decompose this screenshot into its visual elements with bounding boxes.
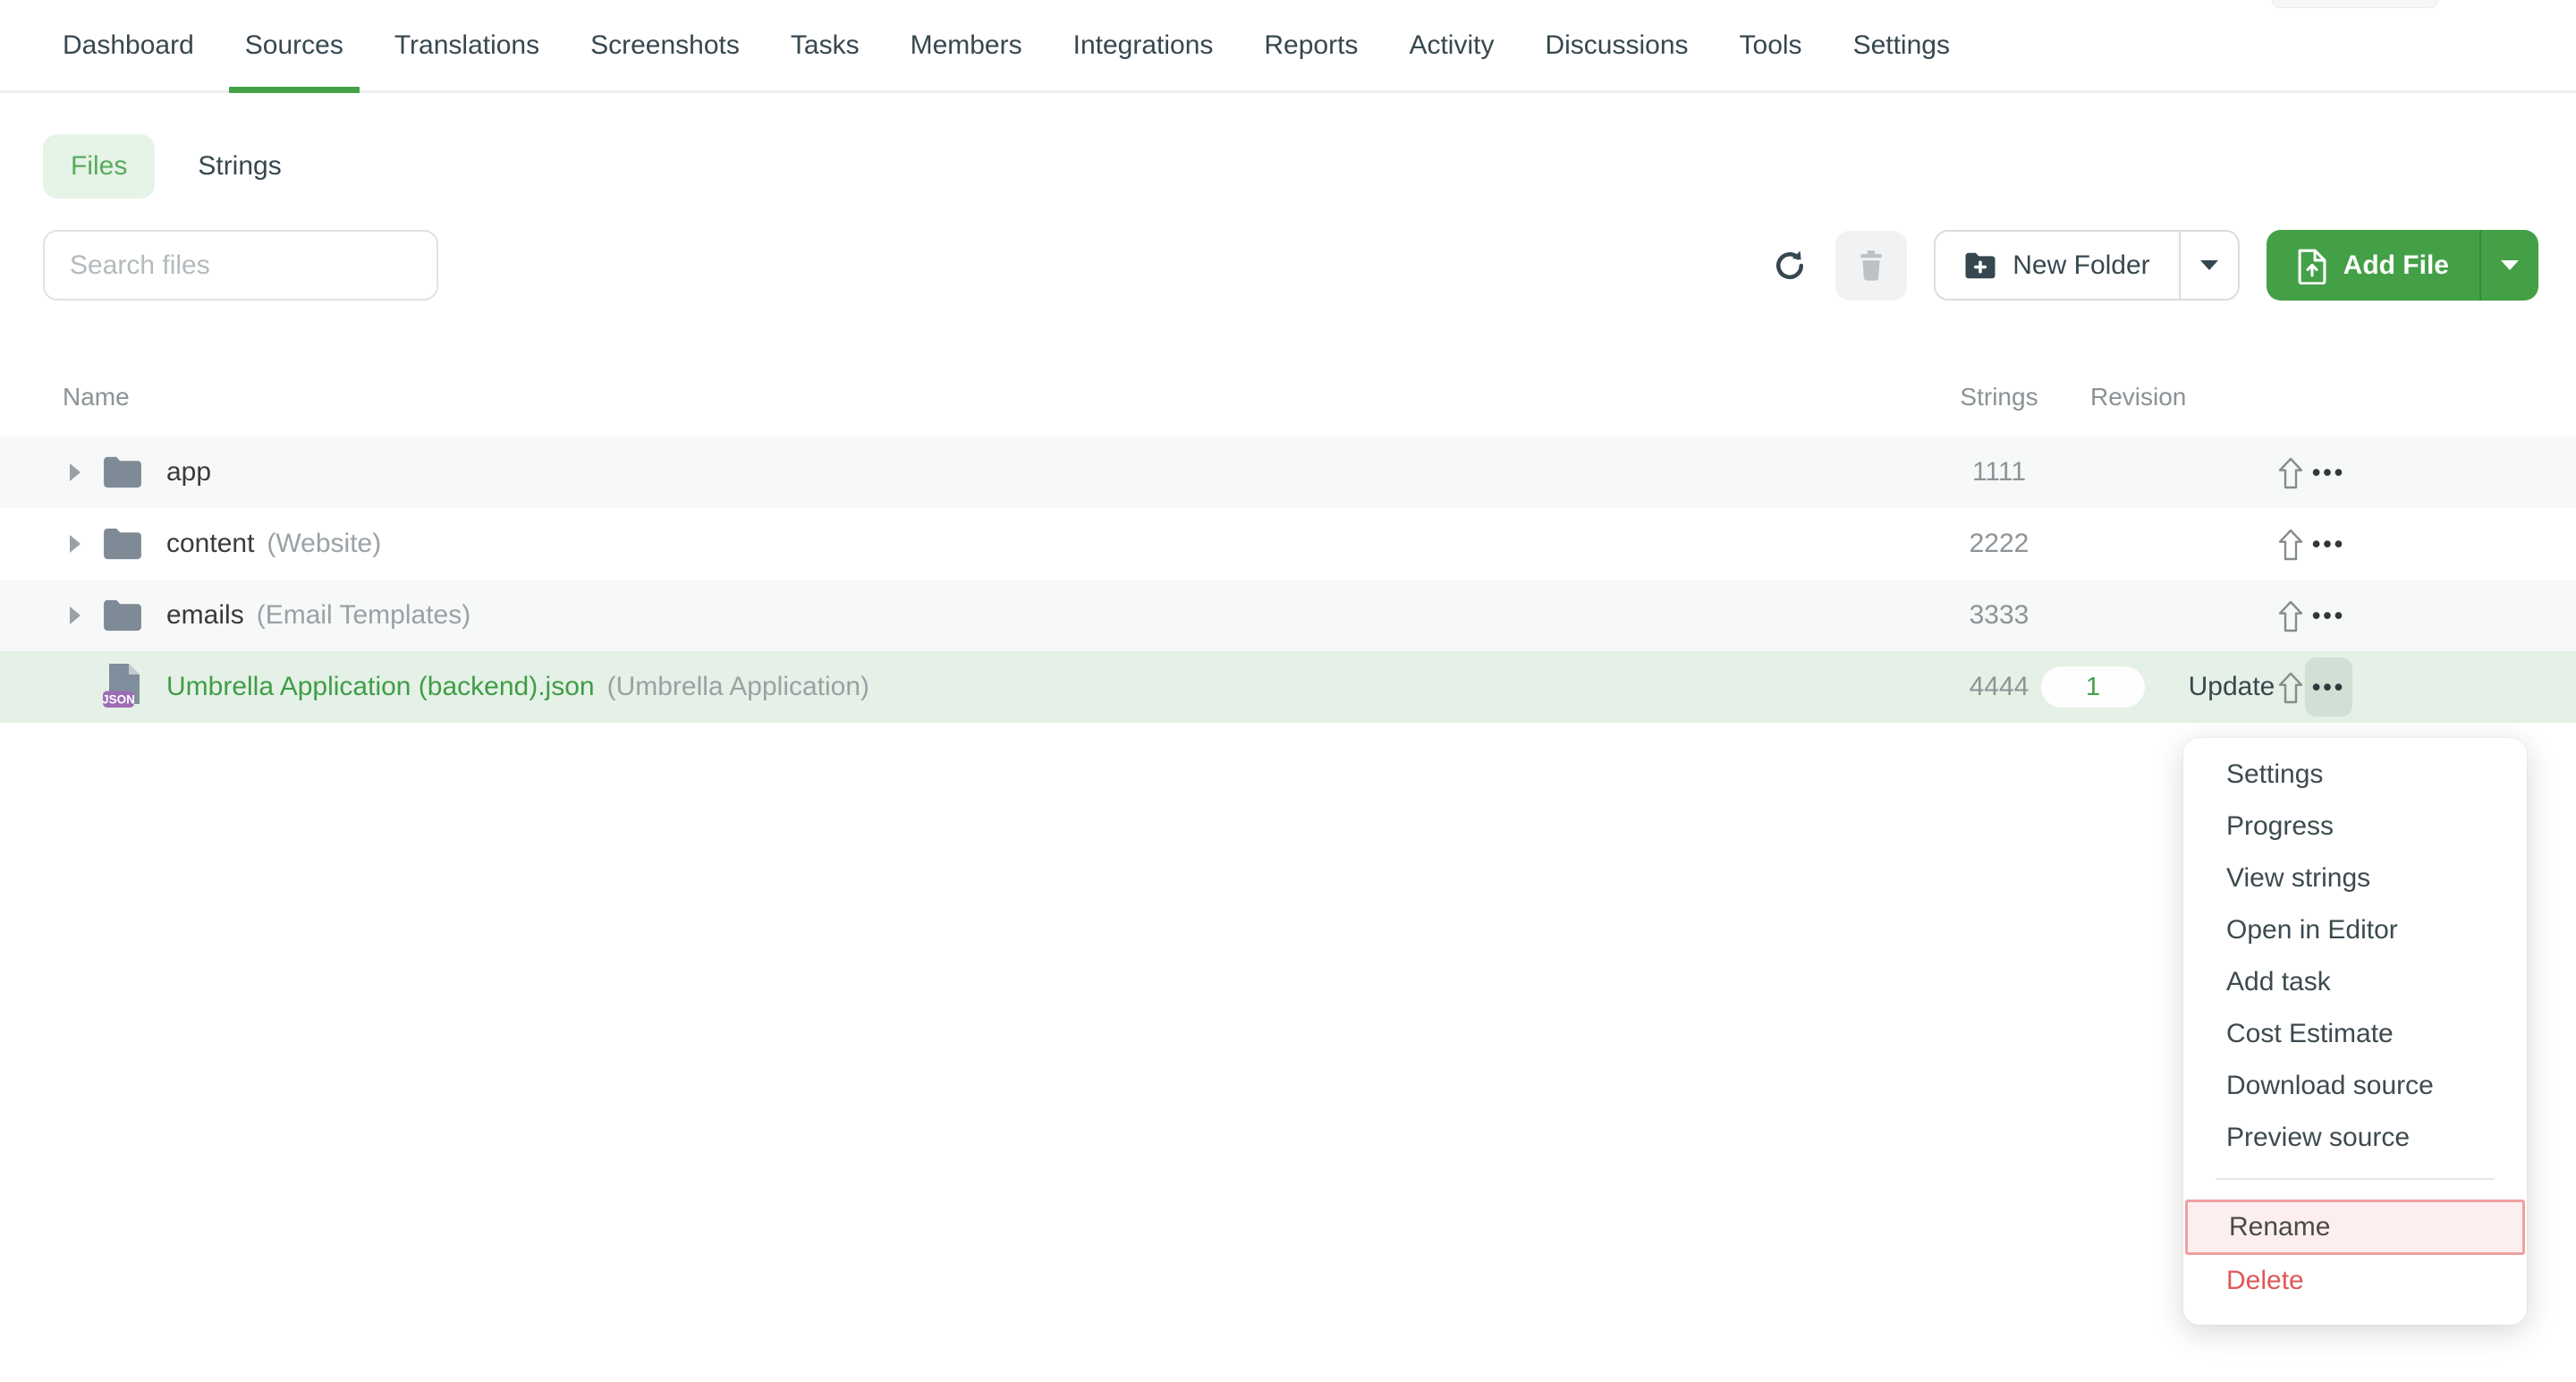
upload-translations-button[interactable] bbox=[2273, 526, 2309, 564]
menu-item-open-in-editor[interactable]: Open in Editor bbox=[2183, 904, 2527, 956]
refresh-icon bbox=[1771, 247, 1809, 284]
more-actions-button[interactable] bbox=[2305, 586, 2352, 645]
chevron-down-icon bbox=[2200, 260, 2218, 270]
menu-item-cost-estimate[interactable]: Cost Estimate bbox=[2183, 1008, 2527, 1060]
delete-selected-button[interactable] bbox=[1835, 231, 1907, 301]
column-header-strings: Strings bbox=[1950, 383, 2048, 411]
trash-icon bbox=[1855, 249, 1887, 283]
nav-item-members[interactable]: Members bbox=[911, 0, 1022, 90]
add-file-button-group: Add File bbox=[2267, 230, 2538, 301]
expand-caret-icon[interactable] bbox=[70, 535, 80, 553]
add-file-label: Add File bbox=[2343, 250, 2449, 281]
revision-badge[interactable]: 1 bbox=[2041, 666, 2145, 708]
file-name-link[interactable]: Umbrella Application (backend).json bbox=[166, 672, 595, 702]
column-header-revision: Revision bbox=[2090, 383, 2186, 411]
nav-item-tasks[interactable]: Tasks bbox=[791, 0, 860, 90]
more-actions-button-open[interactable] bbox=[2305, 657, 2352, 716]
new-folder-dropdown-button[interactable] bbox=[2181, 232, 2238, 299]
tab-strings[interactable]: Strings bbox=[198, 151, 281, 182]
folder-name[interactable]: emails bbox=[166, 600, 244, 631]
files-table: Name Strings Revision app 1111 content (… bbox=[0, 358, 2576, 723]
ellipsis-icon bbox=[2312, 602, 2345, 630]
tab-files[interactable]: Files bbox=[43, 134, 155, 199]
folder-name[interactable]: app bbox=[166, 457, 211, 488]
strings-count: 4444 bbox=[1950, 672, 2048, 702]
file-context-menu: Settings Progress View strings Open in E… bbox=[2183, 738, 2527, 1325]
new-folder-label: New Folder bbox=[2012, 250, 2149, 281]
folder-title-note: (Website) bbox=[267, 529, 381, 559]
table-row-folder-app[interactable]: app 1111 bbox=[0, 437, 2576, 508]
table-header: Name Strings Revision bbox=[0, 358, 2576, 437]
menu-item-add-task[interactable]: Add task bbox=[2183, 956, 2527, 1008]
nav-item-sources[interactable]: Sources bbox=[245, 0, 343, 90]
menu-item-preview-source[interactable]: Preview source bbox=[2183, 1112, 2527, 1164]
cutoff-popover-remnant bbox=[2272, 0, 2438, 8]
upload-translations-button[interactable] bbox=[2273, 598, 2309, 635]
table-row-file-umbrella-application[interactable]: JSON Umbrella Application (backend).json… bbox=[0, 651, 2576, 723]
upload-arrow-icon bbox=[2276, 456, 2305, 490]
expand-caret-icon[interactable] bbox=[70, 606, 80, 624]
update-link[interactable]: Update bbox=[2185, 672, 2278, 702]
file-upload-icon bbox=[2297, 247, 2327, 284]
folder-title-note: (Email Templates) bbox=[257, 600, 471, 631]
strings-count: 2222 bbox=[1950, 529, 2048, 559]
svg-text:JSON: JSON bbox=[102, 693, 135, 707]
nav-item-reports[interactable]: Reports bbox=[1264, 0, 1358, 90]
strings-count: 3333 bbox=[1950, 600, 2048, 631]
menu-item-settings[interactable]: Settings bbox=[2183, 749, 2527, 801]
folder-icon bbox=[102, 527, 143, 561]
more-actions-button[interactable] bbox=[2305, 443, 2352, 502]
upload-arrow-icon bbox=[2276, 528, 2305, 562]
more-actions-button[interactable] bbox=[2305, 514, 2352, 573]
add-file-dropdown-button[interactable] bbox=[2481, 230, 2538, 301]
expand-caret-icon[interactable] bbox=[70, 463, 80, 481]
menu-item-view-strings[interactable]: View strings bbox=[2183, 852, 2527, 904]
nav-item-tools[interactable]: Tools bbox=[1740, 0, 1802, 90]
menu-divider bbox=[2216, 1178, 2495, 1180]
ellipsis-icon bbox=[2312, 459, 2345, 487]
menu-item-rename-highlighted[interactable]: Rename bbox=[2185, 1200, 2525, 1255]
nav-item-dashboard[interactable]: Dashboard bbox=[63, 0, 194, 90]
nav-item-screenshots[interactable]: Screenshots bbox=[590, 0, 740, 90]
toolbar-actions: New Folder Add File bbox=[1771, 230, 2538, 301]
table-row-folder-emails[interactable]: emails (Email Templates) 3333 bbox=[0, 580, 2576, 651]
upload-arrow-icon bbox=[2276, 599, 2305, 633]
nav-item-translations[interactable]: Translations bbox=[394, 0, 539, 90]
nav-item-activity[interactable]: Activity bbox=[1409, 0, 1494, 90]
file-title-note: (Umbrella Application) bbox=[607, 672, 869, 702]
nav-item-settings[interactable]: Settings bbox=[1853, 0, 1950, 90]
files-toolbar: New Folder Add File bbox=[0, 230, 2576, 301]
ellipsis-icon bbox=[2312, 674, 2345, 701]
caret-spacer bbox=[70, 678, 80, 696]
folder-icon bbox=[102, 598, 143, 632]
table-row-folder-content[interactable]: content (Website) 2222 bbox=[0, 508, 2576, 580]
add-file-button[interactable]: Add File bbox=[2267, 230, 2479, 301]
nav-item-integrations[interactable]: Integrations bbox=[1073, 0, 1214, 90]
json-file-icon: JSON bbox=[102, 663, 143, 711]
new-folder-button-group: New Folder bbox=[1934, 230, 2239, 301]
column-header-name: Name bbox=[0, 383, 130, 411]
chevron-down-icon bbox=[2501, 260, 2519, 270]
ellipsis-icon bbox=[2312, 530, 2345, 558]
upload-translations-button[interactable] bbox=[2273, 669, 2309, 707]
new-folder-button[interactable]: New Folder bbox=[1936, 232, 2178, 299]
refresh-button[interactable] bbox=[1771, 247, 1809, 284]
menu-item-delete[interactable]: Delete bbox=[2183, 1255, 2527, 1307]
upload-translations-button[interactable] bbox=[2273, 454, 2309, 492]
folder-name[interactable]: content bbox=[166, 529, 254, 559]
folder-icon bbox=[102, 455, 143, 489]
new-folder-icon bbox=[1964, 251, 1996, 280]
strings-count: 1111 bbox=[1950, 457, 2048, 488]
menu-item-progress[interactable]: Progress bbox=[2183, 801, 2527, 852]
view-tabs: Files Strings bbox=[43, 134, 2576, 199]
project-nav: Dashboard Sources Translations Screensho… bbox=[0, 0, 2576, 93]
menu-item-download-source[interactable]: Download source bbox=[2183, 1060, 2527, 1112]
nav-item-discussions[interactable]: Discussions bbox=[1545, 0, 1688, 90]
search-input[interactable] bbox=[43, 230, 438, 301]
upload-arrow-icon bbox=[2276, 671, 2305, 705]
